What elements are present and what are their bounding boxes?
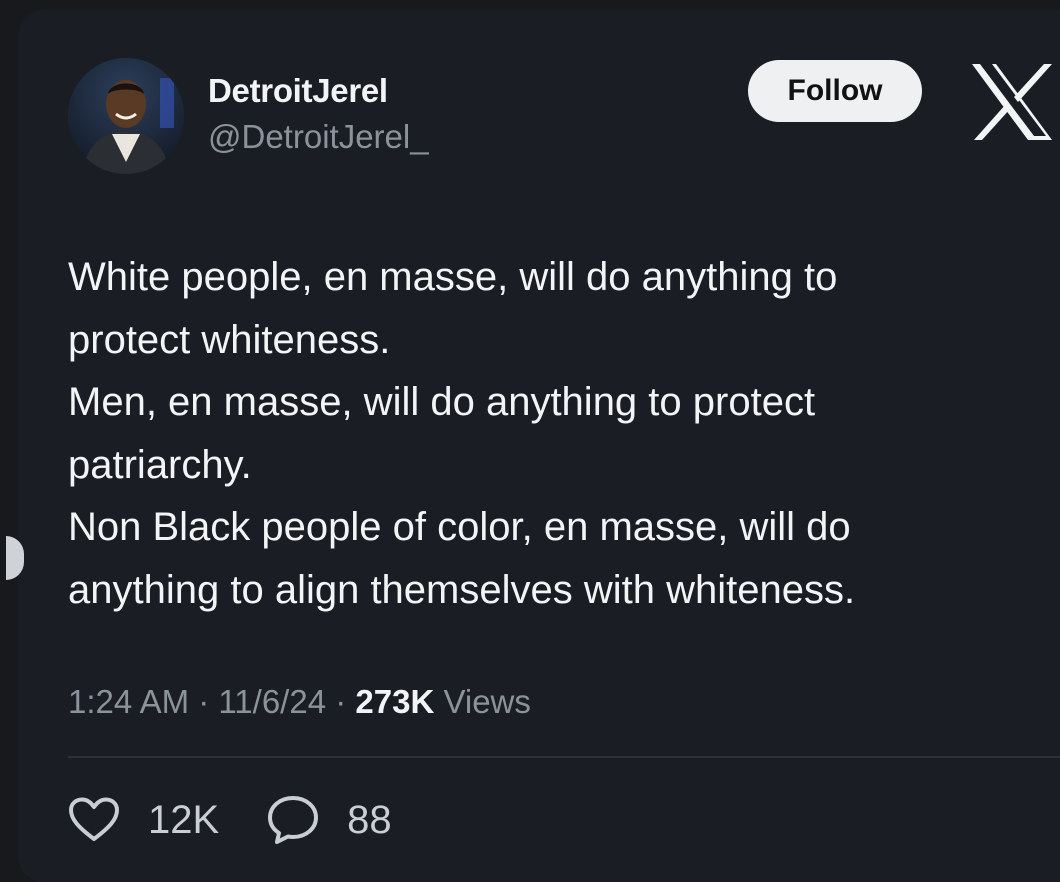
- views-label: Views: [434, 683, 531, 720]
- meta-separator: ·: [326, 683, 356, 720]
- author-display-name[interactable]: DetroitJerel: [208, 72, 388, 110]
- tweet-line: protect whiteness.: [68, 317, 391, 362]
- tweet-meta: 1:24 AM · 11/6/24 · 273K Views: [68, 683, 531, 721]
- tweet-actions: 12K 88: [68, 790, 392, 850]
- tweet-text: White people, en masse, will do anything…: [68, 246, 1028, 621]
- x-logo-icon[interactable]: [970, 62, 1054, 142]
- like-count: 12K: [148, 797, 220, 842]
- tweet-line: White people, en masse, will do anything…: [68, 255, 838, 299]
- scroll-handle[interactable]: [6, 536, 24, 580]
- tweet-line: Men, en masse, will do anything to prote…: [68, 380, 816, 424]
- reply-button[interactable]: 88: [267, 795, 392, 845]
- follow-button[interactable]: Follow: [748, 60, 922, 122]
- avatar[interactable]: [68, 58, 184, 174]
- divider: [68, 756, 1060, 758]
- like-button[interactable]: 12K: [68, 797, 219, 843]
- heart-icon: [69, 797, 119, 841]
- tweet-line: anything to align themselves with whiten…: [68, 567, 856, 612]
- meta-separator: ·: [189, 683, 219, 720]
- tweet-line: patriarchy.: [68, 442, 252, 487]
- views-count: 273K: [355, 683, 435, 720]
- tweet-card: DetroitJerel @DetroitJerel_ Follow White…: [6, 10, 1060, 882]
- tweet-time[interactable]: 1:24 AM: [68, 683, 189, 720]
- author-handle[interactable]: @DetroitJerel_: [208, 118, 429, 156]
- reply-count: 88: [347, 797, 392, 842]
- screenshot-frame: DetroitJerel @DetroitJerel_ Follow White…: [0, 0, 1060, 882]
- tweet-line: Non Black people of color, en masse, wil…: [68, 505, 851, 549]
- tweet-date[interactable]: 11/6/24: [218, 683, 326, 720]
- comment-icon: [268, 796, 319, 844]
